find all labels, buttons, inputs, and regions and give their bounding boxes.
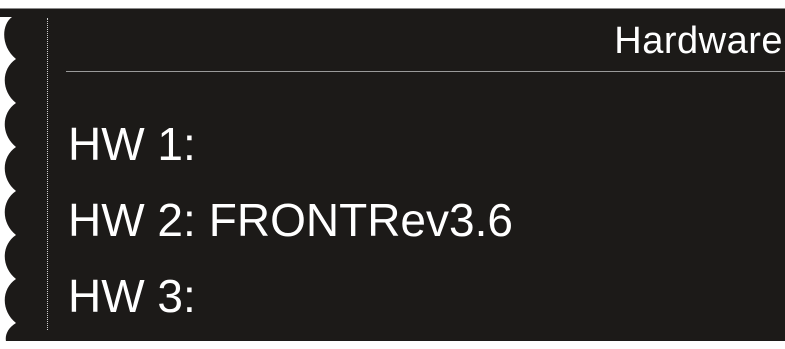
panel-title: Hardware xyxy=(614,20,783,62)
hardware-label: HW 1: xyxy=(68,118,196,170)
hardware-label: HW 2: xyxy=(68,194,196,246)
scalloped-edge xyxy=(0,17,16,349)
dotted-divider xyxy=(47,18,48,330)
hardware-value: FRONTRev3.6 xyxy=(208,194,513,246)
header-divider xyxy=(66,71,785,72)
hardware-list: HW 1: HW 2: FRONTRev3.6 HW 3: xyxy=(68,106,513,334)
hardware-row-1: HW 1: xyxy=(68,106,513,182)
hardware-row-2: HW 2: FRONTRev3.6 xyxy=(68,182,513,258)
hardware-label: HW 3: xyxy=(68,270,196,322)
hardware-row-3: HW 3: xyxy=(68,258,513,334)
